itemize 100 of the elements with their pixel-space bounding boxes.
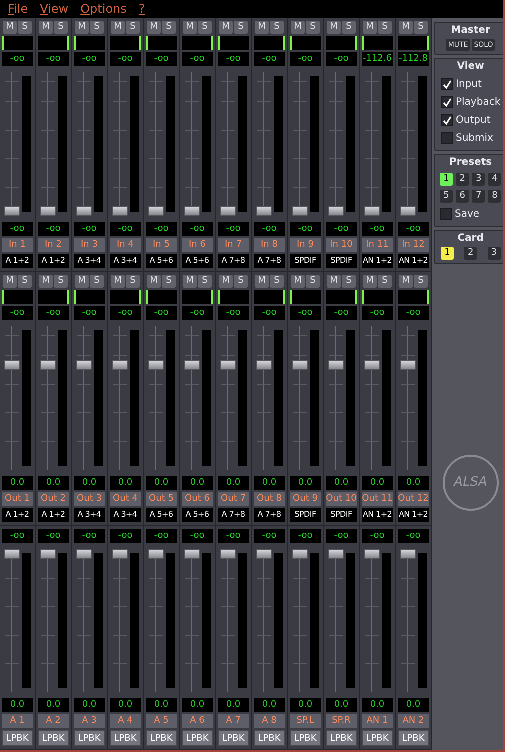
pan-meter[interactable] — [254, 290, 285, 304]
loopback-button[interactable]: LPBK — [326, 730, 357, 746]
fader-handle[interactable] — [292, 549, 308, 559]
route-label[interactable]: A 5+6 — [182, 254, 213, 268]
pan-meter[interactable] — [110, 36, 141, 50]
fader-handle[interactable] — [220, 206, 236, 216]
fader-handle[interactable] — [364, 549, 380, 559]
fader-handle[interactable] — [220, 549, 236, 559]
fader-handle[interactable] — [4, 360, 20, 370]
fader-handle[interactable] — [112, 360, 128, 370]
s-toggle-button[interactable]: S — [414, 275, 428, 288]
pan-meter[interactable] — [398, 290, 429, 304]
m-toggle-button[interactable]: M — [291, 21, 305, 34]
m-toggle-button[interactable]: M — [111, 275, 125, 288]
route-label[interactable]: A 7+8 — [254, 508, 285, 522]
pan-meter[interactable] — [290, 290, 321, 304]
m-toggle-button[interactable]: M — [327, 21, 341, 34]
m-toggle-button[interactable]: M — [363, 275, 377, 288]
route-label[interactable]: A 1+2 — [38, 508, 69, 522]
loopback-button[interactable]: LPBK — [110, 730, 141, 746]
route-label[interactable]: AN 1+2 — [398, 508, 429, 522]
number-button[interactable]: 4 — [488, 173, 502, 186]
route-label[interactable]: SPDIF — [290, 254, 321, 268]
number-button[interactable]: 3 — [488, 247, 501, 260]
fader-handle[interactable] — [256, 360, 272, 370]
loopback-button[interactable]: LPBK — [182, 730, 213, 746]
s-toggle-button[interactable]: S — [126, 275, 140, 288]
number-button[interactable]: 1 — [441, 247, 454, 260]
route-label[interactable]: A 3+4 — [74, 508, 105, 522]
pan-meter[interactable] — [110, 290, 141, 304]
menu-item[interactable]: Options — [76, 1, 131, 17]
route-label[interactable]: A 1+2 — [2, 508, 33, 522]
m-toggle-button[interactable]: M — [219, 275, 233, 288]
route-label[interactable]: A 5+6 — [146, 254, 177, 268]
s-toggle-button[interactable]: S — [378, 21, 392, 34]
checkbox[interactable] — [441, 114, 453, 126]
m-toggle-button[interactable]: M — [327, 275, 341, 288]
loopback-button[interactable]: LPBK — [398, 730, 429, 746]
m-toggle-button[interactable]: M — [147, 275, 161, 288]
loopback-button[interactable]: LPBK — [38, 730, 69, 746]
fader-handle[interactable] — [40, 549, 56, 559]
loopback-button[interactable]: LPBK — [2, 730, 33, 746]
pan-meter[interactable] — [146, 290, 177, 304]
checkbox[interactable] — [441, 96, 453, 108]
s-toggle-button[interactable]: S — [162, 275, 176, 288]
s-toggle-button[interactable]: S — [162, 21, 176, 34]
route-label[interactable]: A 7+8 — [218, 508, 249, 522]
m-toggle-button[interactable]: M — [147, 21, 161, 34]
fader-handle[interactable] — [328, 206, 344, 216]
s-toggle-button[interactable]: S — [378, 275, 392, 288]
fader-handle[interactable] — [40, 360, 56, 370]
s-toggle-button[interactable]: S — [414, 21, 428, 34]
s-toggle-button[interactable]: S — [234, 21, 248, 34]
pan-meter[interactable] — [38, 290, 69, 304]
m-toggle-button[interactable]: M — [3, 21, 17, 34]
s-toggle-button[interactable]: S — [18, 275, 32, 288]
route-label[interactable]: AN 1+2 — [398, 254, 429, 268]
pan-meter[interactable] — [2, 36, 33, 50]
fader-handle[interactable] — [148, 206, 164, 216]
s-toggle-button[interactable]: S — [342, 275, 356, 288]
loopback-button[interactable]: LPBK — [146, 730, 177, 746]
s-toggle-button[interactable]: S — [54, 275, 68, 288]
s-toggle-button[interactable]: S — [342, 21, 356, 34]
route-label[interactable]: A 3+4 — [110, 508, 141, 522]
pan-meter[interactable] — [146, 36, 177, 50]
s-toggle-button[interactable]: S — [234, 275, 248, 288]
m-toggle-button[interactable]: M — [183, 275, 197, 288]
s-toggle-button[interactable]: S — [270, 21, 284, 34]
m-toggle-button[interactable]: M — [39, 275, 53, 288]
route-label[interactable]: A 3+4 — [74, 254, 105, 268]
pan-meter[interactable] — [326, 36, 357, 50]
m-toggle-button[interactable]: M — [219, 21, 233, 34]
m-toggle-button[interactable]: M — [291, 275, 305, 288]
pan-meter[interactable] — [74, 290, 105, 304]
fader-handle[interactable] — [364, 360, 380, 370]
menu-item[interactable]: ? — [134, 1, 150, 17]
loopback-button[interactable]: LPBK — [254, 730, 285, 746]
loopback-button[interactable]: LPBK — [74, 730, 105, 746]
m-toggle-button[interactable]: M — [39, 21, 53, 34]
route-label[interactable]: A 5+6 — [146, 508, 177, 522]
fader-handle[interactable] — [76, 549, 92, 559]
loopback-button[interactable]: LPBK — [290, 730, 321, 746]
pan-meter[interactable] — [326, 290, 357, 304]
route-label[interactable]: A 5+6 — [182, 508, 213, 522]
checkbox[interactable] — [441, 78, 453, 90]
fader-handle[interactable] — [148, 549, 164, 559]
fader-handle[interactable] — [328, 360, 344, 370]
number-button[interactable]: 7 — [472, 190, 486, 203]
route-label[interactable]: SPDIF — [326, 254, 357, 268]
m-toggle-button[interactable]: M — [111, 21, 125, 34]
number-button[interactable]: 1 — [440, 173, 453, 186]
pan-meter[interactable] — [38, 36, 69, 50]
menu-item[interactable]: File — [4, 1, 32, 17]
number-button[interactable]: 6 — [456, 190, 470, 203]
number-button[interactable]: 2 — [464, 247, 478, 260]
number-button[interactable]: 2 — [456, 173, 470, 186]
fader-handle[interactable] — [220, 360, 236, 370]
fader-handle[interactable] — [76, 360, 92, 370]
fader-handle[interactable] — [400, 360, 416, 370]
s-toggle-button[interactable]: S — [126, 21, 140, 34]
